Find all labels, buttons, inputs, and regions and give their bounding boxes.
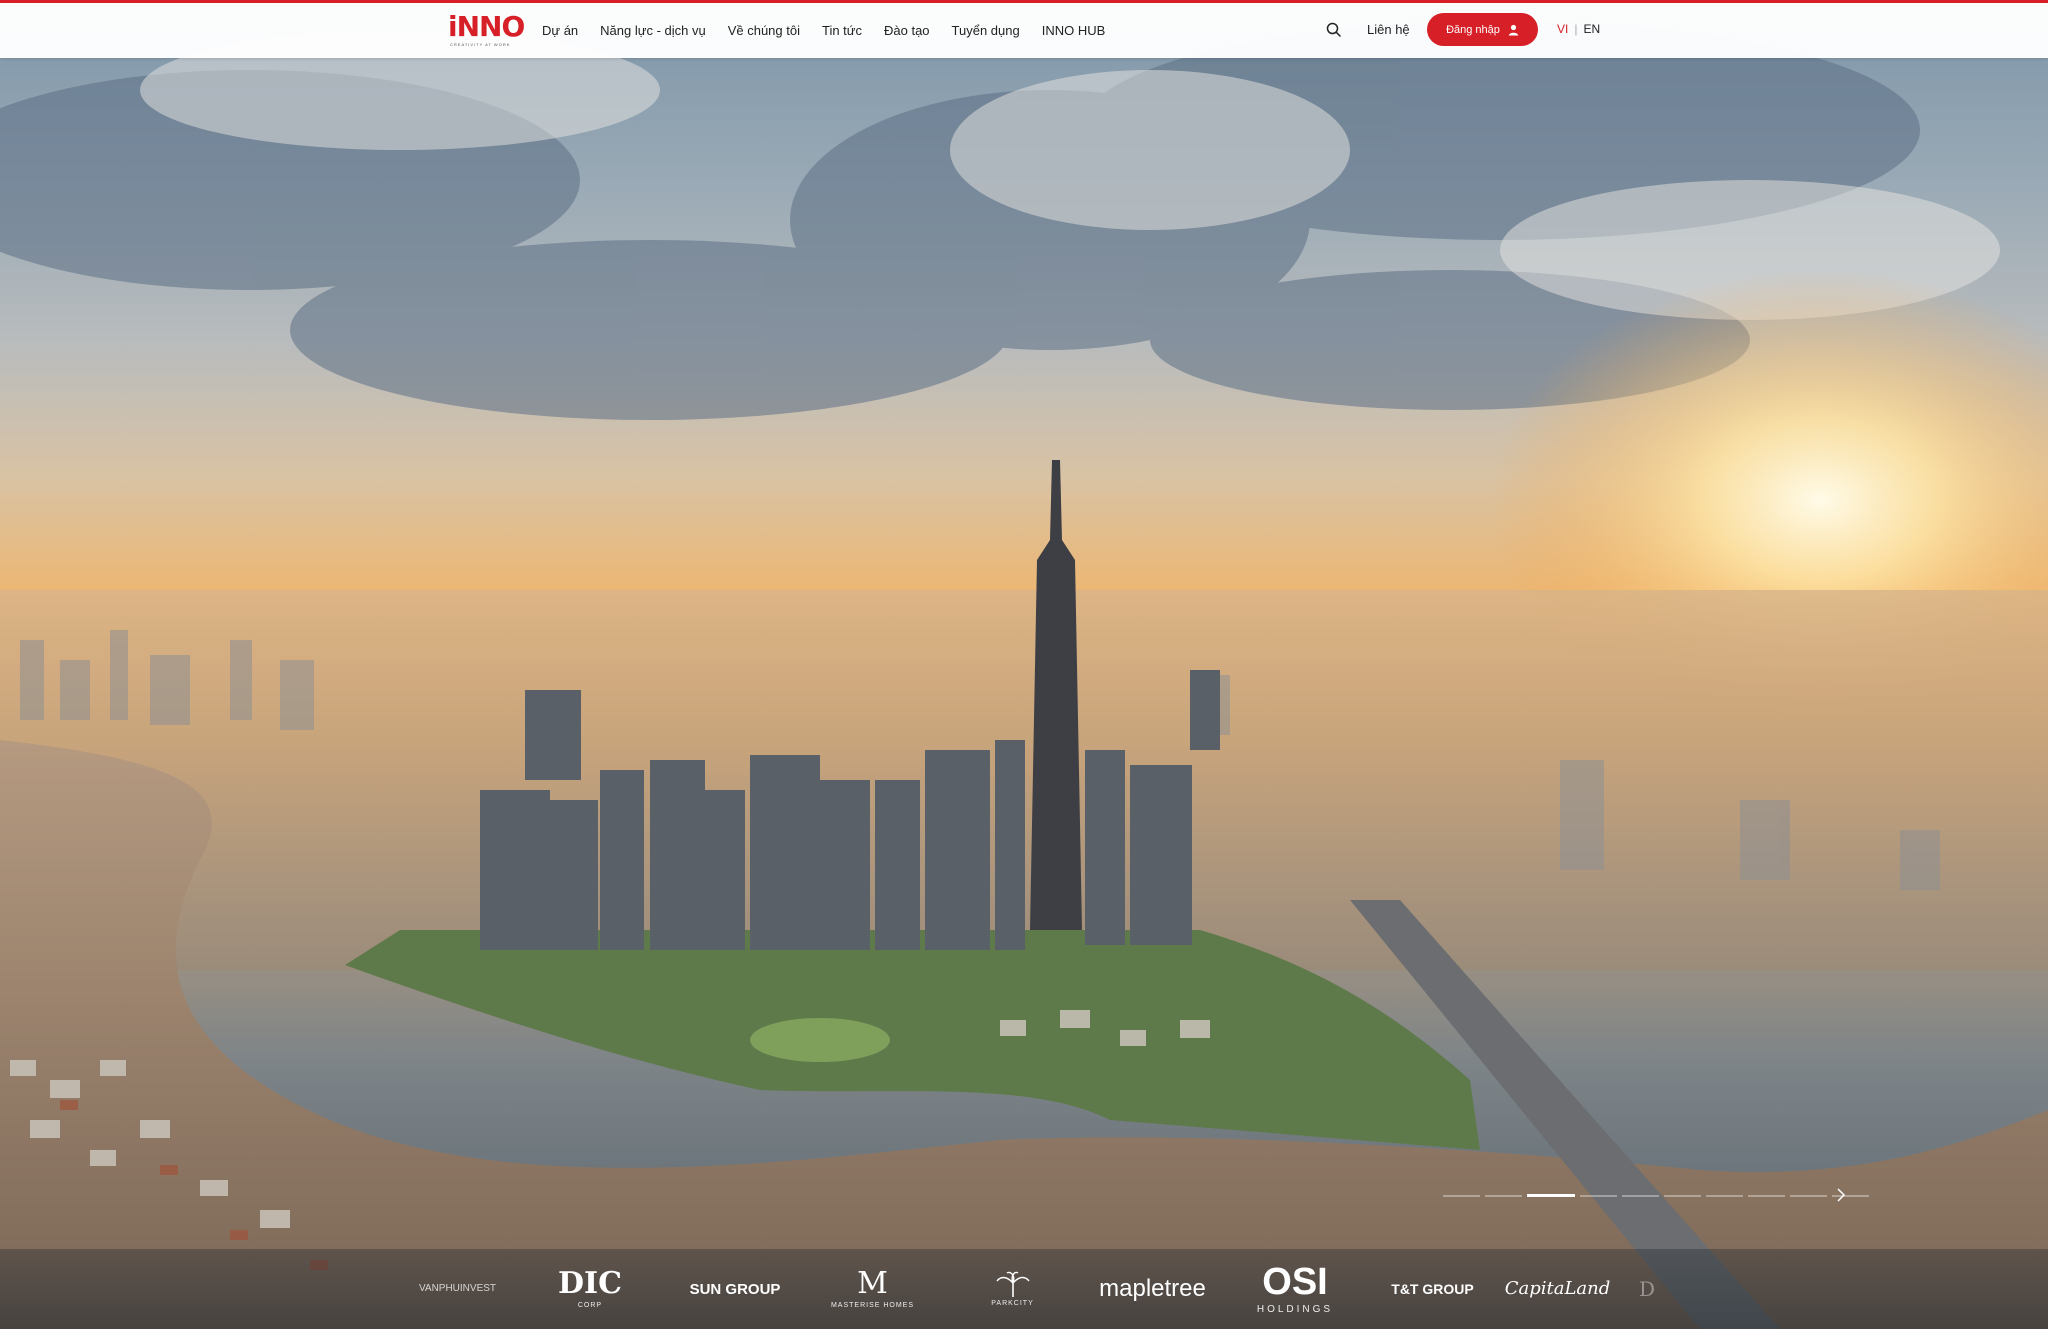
logo-tagline: CREATIVITY AT WORK <box>450 42 511 47</box>
lang-separator: | <box>1574 22 1578 36</box>
slider-dot[interactable] <box>1622 1194 1659 1197</box>
slider-dot[interactable] <box>1580 1194 1617 1197</box>
slider-next-button[interactable] <box>1832 1186 1850 1204</box>
slider-dot[interactable] <box>1485 1194 1522 1197</box>
slider-dot[interactable] <box>1443 1194 1480 1197</box>
partner-logos-strip: VANPHUINVEST DIC CORP SUN GROUP M MASTER… <box>0 1249 2048 1329</box>
partner-logo-osi-holdings[interactable]: OSI HOLDINGS <box>1245 1249 1345 1329</box>
nav-item-dao-tao[interactable]: Đào tạo <box>884 23 930 38</box>
partner-sub: HOLDINGS <box>1256 1304 1334 1315</box>
slider-dot[interactable] <box>1748 1194 1785 1197</box>
partner-logo-capitaland[interactable]: CapitaLand <box>1505 1249 1611 1329</box>
slider-pagination <box>1443 1194 1869 1197</box>
hero-city-illustration <box>0 20 2048 1329</box>
nav-item-nang-luc-dich-vu[interactable]: Năng lực - dịch vụ <box>600 23 706 38</box>
language-switcher: VI | EN <box>1557 22 1600 36</box>
slider-dot[interactable] <box>1706 1194 1743 1197</box>
partner-sub: MASTERISE HOMES <box>830 1302 915 1309</box>
partner-logo-parkcity[interactable]: PARKCITY <box>975 1249 1050 1329</box>
logo-wordmark: iNNO <box>448 10 525 43</box>
partner-logo-dic[interactable]: DIC CORP <box>558 1249 622 1329</box>
palm-tree-icon <box>995 1271 1030 1297</box>
partner-sub: PARKCITY <box>991 1300 1034 1307</box>
top-accent-line <box>0 0 2048 3</box>
user-icon <box>1508 24 1519 35</box>
partner-name: SUN GROUP <box>689 1280 781 1298</box>
partner-logo-partial[interactable]: D <box>1622 1249 1672 1329</box>
login-label: Đăng nhập <box>1446 23 1500 36</box>
slider-dot-active[interactable] <box>1527 1194 1575 1197</box>
partner-name: M <box>857 1266 888 1301</box>
site-header: iNNO CREATIVITY AT WORK Dự án Năng lực -… <box>0 3 2048 58</box>
nav-item-tin-tuc[interactable]: Tin tức <box>822 23 862 38</box>
partner-logo-sun-group[interactable]: SUN GROUP <box>675 1249 795 1329</box>
nav-item-ve-chung-toi[interactable]: Về chúng tôi <box>728 23 800 38</box>
partner-name: mapletree <box>1099 1275 1206 1302</box>
nav-item-inno-hub[interactable]: INNO HUB <box>1042 23 1106 38</box>
inno-logo[interactable]: iNNO CREATIVITY AT WORK <box>448 13 525 48</box>
hero-banner <box>0 0 2048 1329</box>
slider-dot[interactable] <box>1790 1194 1827 1197</box>
chevron-right-icon <box>1837 1188 1846 1202</box>
partner-name: OSI <box>1262 1261 1328 1303</box>
partner-name: DIC <box>558 1266 622 1301</box>
partner-logo-vanphuinvest[interactable]: VANPHUINVEST <box>395 1249 520 1329</box>
partner-logo-mapletree[interactable]: mapletree <box>1095 1249 1210 1329</box>
slider-dot[interactable] <box>1664 1194 1701 1197</box>
search-button[interactable] <box>1324 20 1344 40</box>
contact-link[interactable]: Liên hệ <box>1367 22 1410 37</box>
login-button[interactable]: Đăng nhập <box>1427 13 1538 46</box>
search-icon <box>1326 22 1341 37</box>
main-nav: Dự án Năng lực - dịch vụ Về chúng tôi Ti… <box>542 3 1105 58</box>
lang-vi[interactable]: VI <box>1557 22 1568 36</box>
partner-logo-masterise-homes[interactable]: M MASTERISE HOMES <box>825 1249 920 1329</box>
partner-name: D <box>1638 1277 1656 1301</box>
partner-sub: CORP <box>577 1302 603 1309</box>
partner-logo-tt-group[interactable]: T&T GROUP <box>1375 1249 1490 1329</box>
lang-en[interactable]: EN <box>1583 22 1600 36</box>
nav-item-du-an[interactable]: Dự án <box>542 23 578 38</box>
partner-name: CapitaLand <box>1504 1278 1611 1299</box>
partner-name: VANPHUINVEST <box>418 1283 497 1294</box>
nav-item-tuyen-dung[interactable]: Tuyển dụng <box>952 23 1020 38</box>
partner-name: T&T GROUP <box>1391 1281 1474 1297</box>
